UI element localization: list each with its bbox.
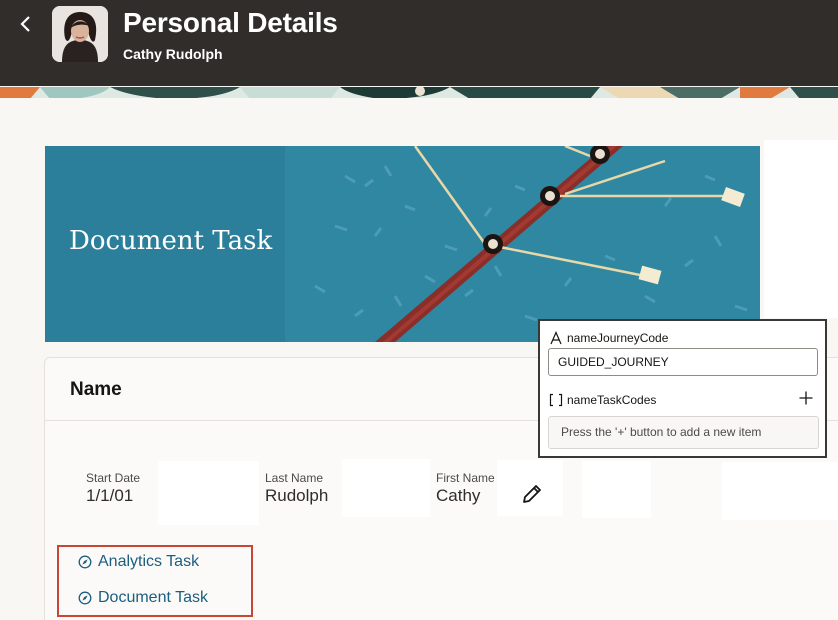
compass-icon	[78, 555, 92, 569]
pencil-icon	[523, 485, 541, 503]
text-a-icon	[550, 331, 562, 345]
document-task-link[interactable]: Document Task	[78, 589, 208, 607]
first-name-label: First Name	[436, 471, 495, 485]
page-header: Personal Details Cathy Rudolph	[0, 0, 838, 86]
chevron-left-icon	[20, 16, 30, 32]
add-item-button[interactable]	[798, 390, 814, 406]
placeholder-block	[582, 461, 651, 518]
page-title: Personal Details	[123, 7, 338, 38]
journey-code-label: nameJourneyCode	[549, 331, 668, 345]
start-date-value: 1/1/01	[86, 486, 134, 505]
first-name-value: Cathy	[436, 486, 481, 505]
analytics-task-link[interactable]: Analytics Task	[78, 553, 199, 571]
task-codes-label: nameTaskCodes	[549, 393, 656, 407]
task-label: Analytics Task	[98, 553, 200, 570]
last-name-value: Rudolph	[265, 486, 329, 505]
person-name: Cathy Rudolph	[123, 46, 223, 62]
placeholder-block	[342, 459, 430, 517]
header-decoration	[0, 86, 838, 98]
decorative-pattern	[0, 86, 838, 98]
banner: Document Task	[45, 146, 760, 342]
section-title: Name	[70, 379, 122, 400]
avatar	[52, 6, 108, 62]
empty-list-message: Press the '+' button to add a new item	[548, 416, 819, 449]
plus-icon	[799, 391, 813, 405]
placeholder-block	[722, 462, 838, 520]
back-button[interactable]	[14, 12, 38, 36]
last-name-label: Last Name	[265, 471, 324, 485]
journey-code-input[interactable]	[548, 348, 818, 376]
compass-icon	[78, 591, 92, 605]
placeholder-block	[764, 140, 838, 318]
person-photo-icon	[52, 6, 108, 62]
task-label: Document Task	[98, 589, 208, 606]
banner-title: Document Task	[69, 226, 273, 256]
start-date-label: Start Date	[86, 471, 141, 485]
edit-button[interactable]	[519, 481, 545, 507]
placeholder-block	[158, 461, 259, 525]
property-popup: nameJourneyCode nameTaskCodes Press the …	[538, 319, 827, 458]
brackets-icon	[549, 393, 563, 407]
